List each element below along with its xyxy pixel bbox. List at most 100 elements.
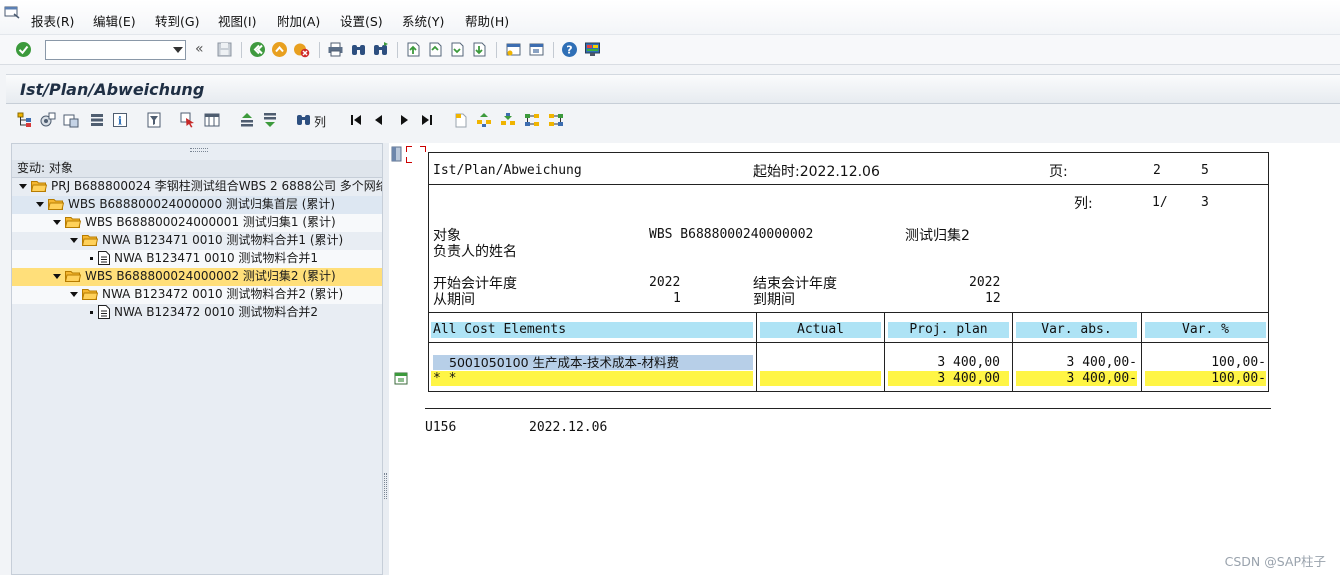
expand-arrow-icon[interactable] (70, 292, 78, 297)
tree-node-project[interactable]: PRJ B688800024 李钢柱测试组合WBS 2 6888公司 多个网络 (12, 178, 382, 196)
svg-text:i: i (118, 115, 122, 128)
selection-corner (406, 157, 412, 163)
command-field[interactable] (45, 40, 186, 60)
footer-date: 2022.12.06 (529, 420, 608, 435)
hierarchy-icon[interactable] (17, 112, 33, 128)
toolbar-separator (241, 42, 242, 58)
row-var-abs[interactable]: 3 400,00- (1016, 355, 1137, 370)
splitter-grip-handle[interactable] (384, 473, 387, 499)
column-marker-icon[interactable] (391, 146, 403, 162)
last-icon[interactable] (419, 112, 435, 128)
total-plan[interactable]: 3 400,00 (888, 371, 1009, 386)
first-icon[interactable] (348, 112, 364, 128)
menu-system[interactable]: 系统(Y) (402, 11, 444, 30)
structure-icon[interactable] (524, 112, 540, 128)
document-new-icon[interactable] (453, 112, 469, 128)
column-header-cost-elements[interactable]: All Cost Elements (431, 322, 753, 338)
total-cost-element[interactable]: * * (431, 371, 753, 386)
menu-report[interactable]: 报表(R) (31, 11, 74, 30)
end-year-value: 2022 (969, 275, 1001, 290)
chevron-down-icon[interactable] (173, 47, 183, 53)
enter-check-icon[interactable] (15, 41, 32, 58)
expand-arrow-icon[interactable] (53, 274, 61, 279)
row-plan[interactable]: 3 400,00 (888, 355, 1000, 370)
menu-goto[interactable]: 转到(G) (155, 11, 199, 30)
row-cost-element[interactable]: 5001050100 生产成本-技术成本-材料费 (433, 355, 753, 370)
collapse-arrows-icon[interactable]: « (195, 41, 204, 57)
next-icon[interactable] (396, 112, 412, 128)
column-divider (756, 312, 757, 392)
tree-node-nwa-1[interactable]: NWA B123471 0010 测试物料合并1 (12, 250, 382, 268)
menu-settings[interactable]: 设置(S) (340, 11, 383, 30)
total-var-pct[interactable]: 100,00- (1145, 371, 1266, 386)
cancel-icon[interactable] (293, 41, 310, 58)
collapse-all-icon[interactable] (262, 112, 278, 128)
list-icon[interactable] (89, 112, 105, 128)
tree-up-icon[interactable] (476, 112, 492, 128)
menu-view[interactable]: 视图(I) (218, 11, 256, 30)
folder-open-icon (48, 199, 64, 210)
layout-icon[interactable] (204, 112, 220, 128)
pane-grip-handle[interactable] (190, 148, 208, 152)
toolbar-separator (496, 42, 497, 58)
expand-arrow-icon[interactable] (36, 202, 44, 207)
save-icon[interactable] (216, 41, 233, 58)
first-page-icon[interactable] (405, 41, 422, 58)
find-columns-icon[interactable] (296, 112, 312, 128)
report-footer-divider (425, 408, 1271, 409)
print-icon[interactable] (327, 41, 344, 58)
menu-extras[interactable]: 附加(A) (277, 11, 320, 30)
menu-edit[interactable]: 编辑(E) (93, 11, 136, 30)
total-line-icon[interactable] (394, 371, 408, 385)
row-var-pct[interactable]: 100,00- (1145, 355, 1266, 370)
structure-alt-icon[interactable] (548, 112, 564, 128)
folder-open-icon (65, 271, 81, 282)
tree-node-wbs-1[interactable]: WBS B688800024000001 测试归集1 (累计) (12, 214, 382, 232)
navigation-icon[interactable] (63, 112, 79, 128)
report-title: Ist/Plan/Abweichung (433, 163, 582, 178)
expand-arrow-icon[interactable] (70, 238, 78, 243)
column-header-plan[interactable]: Proj. plan (888, 322, 1009, 338)
start-year-value: 2022 (649, 275, 681, 290)
tree-node-nwa-1-sum[interactable]: NWA B123471 0010 测试物料合并1 (累计) (12, 232, 382, 250)
new-session-icon[interactable] (505, 41, 522, 58)
select-icon[interactable] (180, 112, 196, 128)
find-icon[interactable] (350, 41, 367, 58)
tree-node-nwa-2-sum[interactable]: NWA B123472 0010 测试物料合并2 (累计) (12, 286, 382, 304)
expand-arrow-icon[interactable] (19, 184, 27, 189)
tree-node-wbs-2-selected[interactable]: WBS B688800024000002 测试归集2 (累计) (12, 268, 382, 286)
tree-node-nwa-2[interactable]: NWA B123472 0010 测试物料合并2 (12, 304, 382, 322)
help-icon[interactable]: ? (561, 41, 578, 58)
row-actual[interactable] (760, 355, 881, 370)
tree-node-label: NWA B123471 0010 测试物料合并1 (114, 251, 319, 265)
total-actual[interactable] (760, 371, 881, 386)
tree-node-wbs-top[interactable]: WBS B688800024000000 测试归集首层 (累计) (12, 196, 382, 214)
exit-icon[interactable] (271, 41, 288, 58)
columns-label[interactable]: 列 (314, 113, 326, 130)
system-menu-icon[interactable] (4, 6, 20, 20)
info-icon[interactable]: i (112, 112, 128, 128)
customize-layout-icon[interactable] (584, 41, 601, 58)
next-page-icon[interactable] (449, 41, 466, 58)
page-current: 2 (1153, 163, 1161, 178)
find-next-icon[interactable] (372, 41, 389, 58)
back-icon[interactable] (249, 41, 266, 58)
column-current: 1/ (1152, 195, 1168, 210)
expand-arrow-icon[interactable] (53, 220, 61, 225)
settings-tree-icon[interactable] (40, 112, 56, 128)
tree-down-icon[interactable] (500, 112, 516, 128)
column-header-var-pct[interactable]: Var. % (1145, 322, 1266, 338)
column-header-actual[interactable]: Actual (760, 322, 881, 338)
folder-open-icon (82, 289, 98, 300)
last-page-icon[interactable] (471, 41, 488, 58)
filter-icon[interactable] (146, 112, 162, 128)
shortcut-icon[interactable] (528, 41, 545, 58)
toolbar-separator (319, 42, 320, 58)
menu-help[interactable]: 帮助(H) (465, 11, 509, 30)
previous-page-icon[interactable] (427, 41, 444, 58)
column-header-var-abs[interactable]: Var. abs. (1016, 322, 1137, 338)
expand-all-icon[interactable] (239, 112, 255, 128)
previous-icon[interactable] (371, 112, 387, 128)
object-tree-pane[interactable]: 变动: 对象 PRJ B688800024 李钢柱测试组合WBS 2 6888公… (11, 143, 383, 575)
total-var-abs[interactable]: 3 400,00- (1016, 371, 1137, 386)
